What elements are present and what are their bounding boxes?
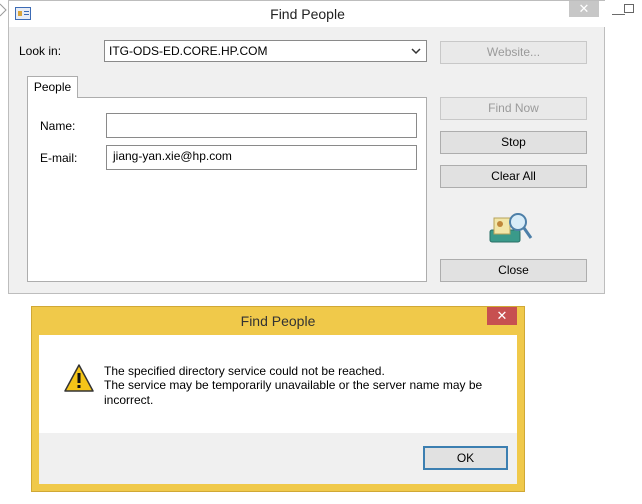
ok-button[interactable]: OK: [423, 446, 508, 470]
close-icon[interactable]: ✕: [487, 307, 517, 325]
window-title: Find People: [270, 6, 345, 22]
background-window-edge: [0, 3, 7, 17]
warning-icon: [64, 364, 94, 392]
clear-all-button[interactable]: Clear All: [440, 165, 587, 188]
look-in-value: ITG-ODS-ED.CORE.HP.COM: [109, 44, 268, 58]
name-input[interactable]: [106, 113, 417, 138]
directory-search-icon: [489, 213, 533, 243]
look-in-label: Look in:: [19, 44, 62, 58]
error-message-line2: The service may be temporarily unavailab…: [104, 378, 483, 407]
error-message-line1: The specified directory service could no…: [104, 364, 385, 378]
name-label: Name:: [40, 119, 76, 133]
email-label: E-mail:: [40, 151, 78, 165]
find-now-button[interactable]: Find Now: [440, 97, 587, 120]
close-button[interactable]: Close: [440, 259, 587, 282]
close-icon[interactable]: ✕: [569, 1, 599, 17]
chevron-down-icon: [411, 48, 421, 55]
website-button[interactable]: Website...: [440, 41, 587, 64]
tab-people[interactable]: People: [27, 76, 78, 98]
stop-button[interactable]: Stop: [440, 131, 587, 154]
maximize-icon[interactable]: [624, 4, 634, 13]
error-dialog-title: Find People: [240, 313, 316, 329]
email-input[interactable]: jiang-yan.xie@hp.com: [106, 145, 417, 170]
look-in-select[interactable]: ITG-ODS-ED.CORE.HP.COM: [104, 40, 427, 62]
